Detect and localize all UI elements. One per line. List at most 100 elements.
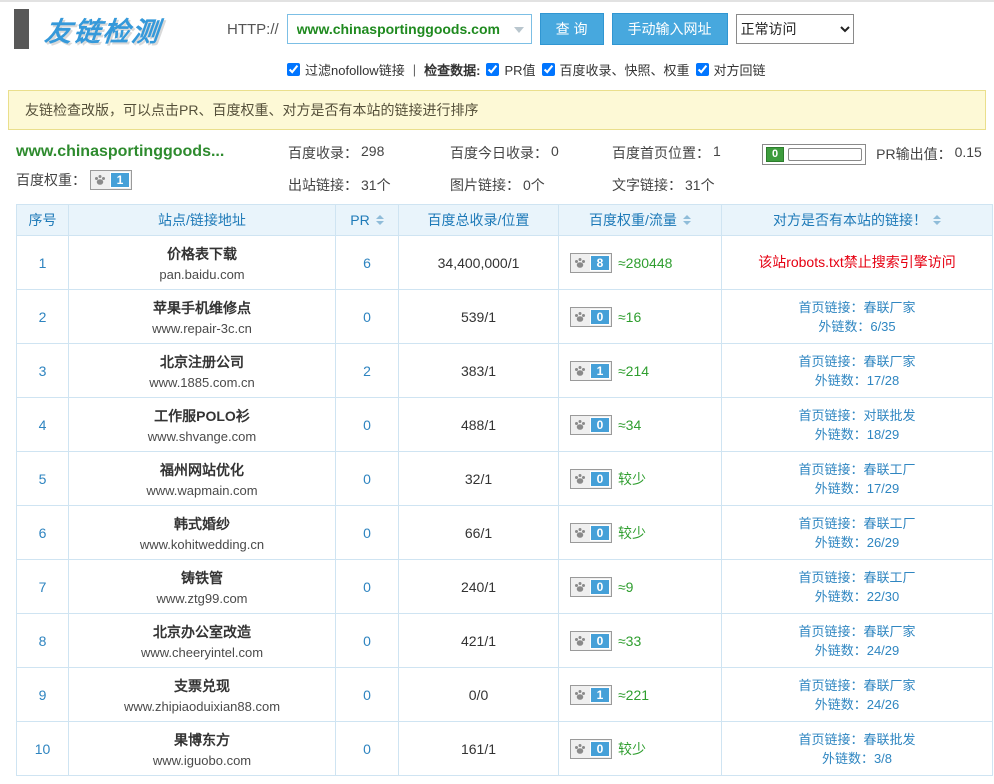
sort-icon	[933, 215, 941, 225]
backlink-cell: 首页链接：春联工厂 外链数：17/29	[722, 452, 993, 506]
weight-cell: 0 较少	[559, 722, 722, 776]
baidu-checkbox-label[interactable]: 百度收录、快照、权重	[542, 60, 690, 79]
baidu-total-cell: 240/1	[399, 560, 559, 614]
baidu-checkbox[interactable]	[542, 63, 555, 76]
site-url: www.1885.com.cn	[149, 375, 255, 390]
site-url: www.ztg99.com	[156, 591, 247, 606]
site-url: www.iguobo.com	[153, 753, 251, 768]
site-url: www.shvange.com	[148, 429, 256, 444]
sort-icon	[683, 215, 691, 225]
col-header-backlink[interactable]: 对方是否有本站的链接！	[722, 204, 993, 236]
homepage-link-text[interactable]: 首页链接：春联工厂	[798, 568, 915, 587]
paw-icon	[571, 527, 589, 539]
baidu-total-cell: 0/0	[399, 668, 559, 722]
baidu-total-cell: 32/1	[399, 452, 559, 506]
site-link[interactable]: www.chinasportinggoods...	[16, 143, 224, 161]
filter-separator: |	[413, 62, 416, 77]
site-name: 福州网站优化	[160, 460, 244, 480]
homepage-link-text[interactable]: 首页链接：春联厂家	[798, 352, 915, 371]
backlink-cell: 首页链接：对联批发 外链数：18/29	[722, 398, 993, 452]
stat-value: 1	[713, 143, 721, 163]
logo-title: 友链检测	[43, 10, 163, 49]
site-cell: 北京办公室改造 www.cheeryintel.com	[69, 614, 336, 668]
access-mode-select[interactable]: 正常访问	[736, 14, 854, 44]
row-index: 10	[17, 722, 69, 776]
sort-icon	[376, 215, 384, 225]
table-row: 4 工作服POLO衫 www.shvange.com 0 488/1 0 ≈34…	[17, 398, 993, 452]
backlink-cell: 首页链接：春联工厂 外链数：22/30	[722, 560, 993, 614]
backlink-cell: 首页链接：春联批发 外链数：3/8	[722, 722, 993, 776]
query-button[interactable]: 查 询	[540, 13, 604, 45]
homepage-link-text[interactable]: 首页链接：春联工厂	[798, 514, 915, 533]
outlink-count-text[interactable]: 外链数：17/29	[815, 479, 900, 498]
outlink-count-text[interactable]: 外链数：6/35	[818, 317, 895, 336]
pr-option-label: PR值	[504, 60, 535, 79]
summary-stats: www.chinasportinggoods... 百度权重： 1 百度收录：2…	[16, 143, 994, 195]
manual-url-button[interactable]: 手动输入网址	[612, 13, 728, 45]
homepage-link-text[interactable]: 首页链接：春联批发	[798, 730, 915, 749]
backlink-cell: 首页链接：春联厂家 外链数：17/28	[722, 344, 993, 398]
paw-icon	[571, 311, 589, 323]
links-table: 序号 站点/链接地址 PR 百度总收录/位置 百度权重/流量 对方是否有本站的链…	[16, 204, 993, 776]
site-name: 北京注册公司	[160, 352, 244, 372]
homepage-link-text[interactable]: 首页链接：对联批发	[798, 406, 915, 425]
url-input[interactable]	[287, 14, 532, 44]
table-body: 1 价格表下载 pan.baidu.com 6 34,400,000/1 8 ≈…	[17, 236, 993, 776]
weight-cell: 0 ≈33	[559, 614, 722, 668]
site-cell: 韩式婚纱 www.kohitwedding.cn	[69, 506, 336, 560]
outlink-count-text[interactable]: 外链数：24/26	[815, 695, 900, 714]
homepage-link-text[interactable]: 首页链接：春联厂家	[798, 622, 915, 641]
chevron-down-icon[interactable]	[514, 27, 524, 33]
paw-icon	[571, 689, 589, 701]
outlink-count-text[interactable]: 外链数：24/29	[815, 641, 900, 660]
site-name: 果博东方	[174, 730, 230, 750]
table-row: 5 福州网站优化 www.wapmain.com 0 32/1 0 较少 首页链…	[17, 452, 993, 506]
check-data-label: 检查数据:	[424, 60, 480, 79]
pr-output-label: PR输出值：	[876, 144, 951, 164]
pr-cell: 0	[336, 560, 399, 614]
pr-cell: 0	[336, 398, 399, 452]
pr-cell: 0	[336, 722, 399, 776]
homepage-link-text[interactable]: 首页链接：春联工厂	[798, 460, 915, 479]
homepage-link-text[interactable]: 首页链接：春联厂家	[798, 298, 915, 317]
outlink-count-text[interactable]: 外链数：26/29	[815, 533, 900, 552]
paw-icon	[571, 635, 589, 647]
col-header-baidu-total: 百度总收录/位置	[399, 204, 559, 236]
site-name: 韩式婚纱	[174, 514, 230, 534]
homepage-link-text[interactable]: 首页链接：春联厂家	[798, 676, 915, 695]
outlink-count-text[interactable]: 外链数：22/30	[815, 587, 900, 606]
pr-cell: 0	[336, 452, 399, 506]
row-index: 6	[17, 506, 69, 560]
col-header-weight[interactable]: 百度权重/流量	[559, 204, 722, 236]
nofollow-checkbox[interactable]	[287, 63, 300, 76]
weight-cell: 1 ≈214	[559, 344, 722, 398]
stat-value: 0个	[523, 175, 545, 195]
nofollow-checkbox-label[interactable]: 过滤nofollow链接	[287, 60, 405, 79]
backlink-checkbox[interactable]	[696, 63, 709, 76]
summary-site-column: www.chinasportinggoods... 百度权重： 1	[16, 143, 288, 195]
backlink-cell: 首页链接：春联厂家 外链数：6/35	[722, 290, 993, 344]
outlink-count-text[interactable]: 外链数：3/8	[822, 749, 892, 768]
pr-checkbox[interactable]	[486, 63, 499, 76]
traffic-value: ≈280448	[618, 255, 672, 271]
weight-value: 0	[590, 309, 610, 325]
traffic-value: 较少	[618, 739, 646, 759]
site-cell: 苹果手机维修点 www.repair-3c.cn	[69, 290, 336, 344]
weight-value: 1	[590, 687, 610, 703]
weight-cell: 0 ≈9	[559, 560, 722, 614]
site-url: www.cheeryintel.com	[141, 645, 263, 660]
table-row: 6 韩式婚纱 www.kohitwedding.cn 0 66/1 0 较少 首…	[17, 506, 993, 560]
outlink-count-text[interactable]: 外链数：17/28	[815, 371, 900, 390]
backlink-checkbox-label[interactable]: 对方回链	[696, 60, 766, 79]
col-header-pr[interactable]: PR	[336, 204, 399, 236]
site-name: 北京办公室改造	[153, 622, 251, 642]
baidu-total-cell: 421/1	[399, 614, 559, 668]
traffic-value: 较少	[618, 469, 646, 489]
pr-checkbox-label[interactable]: PR值	[486, 60, 535, 79]
site-cell: 果博东方 www.iguobo.com	[69, 722, 336, 776]
row-index: 8	[17, 614, 69, 668]
backlink-cell: 首页链接：春联厂家 外链数：24/26	[722, 668, 993, 722]
table-row: 10 果博东方 www.iguobo.com 0 161/1 0 较少 首页链接…	[17, 722, 993, 776]
outlink-count-text[interactable]: 外链数：18/29	[815, 425, 900, 444]
paw-icon	[571, 419, 589, 431]
